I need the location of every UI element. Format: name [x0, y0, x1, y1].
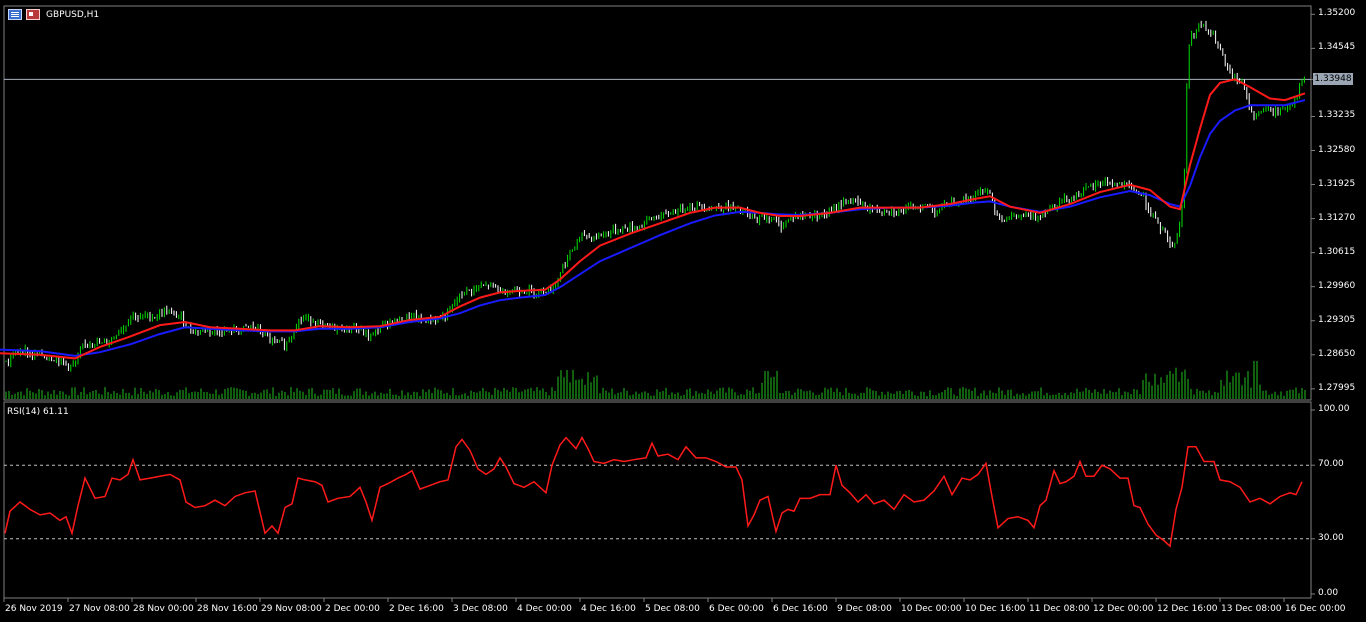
time-tick-label: 10 Dec 00:00 [901, 604, 962, 614]
rsi-tick-label: 30.00 [1318, 532, 1344, 543]
price-tick-label: 1.35200 [1318, 8, 1356, 19]
rsi-pane-frame [3, 401, 1312, 599]
time-tick-label: 29 Nov 08:00 [261, 604, 322, 614]
time-tick-label: 4 Dec 00:00 [517, 604, 572, 614]
rsi-indicator-title: RSI(14) 61.11 [7, 407, 69, 417]
price-tick-label: 1.31925 [1318, 178, 1356, 189]
time-tick-label: 6 Dec 00:00 [709, 604, 764, 614]
time-tick-label: 12 Dec 00:00 [1093, 604, 1154, 614]
price-tick-label: 1.31270 [1318, 212, 1356, 223]
time-tick-label: 6 Dec 16:00 [773, 604, 828, 614]
time-tick-label: 5 Dec 08:00 [645, 604, 700, 614]
rsi-tick-label: 0.00 [1318, 588, 1339, 598]
time-tick-label: 2 Dec 16:00 [389, 604, 444, 614]
chart-window-icon [8, 9, 22, 20]
time-tick-label: 2 Dec 00:00 [325, 604, 380, 614]
price-tick-label: 1.29960 [1318, 280, 1356, 291]
time-tick-label: 10 Dec 16:00 [965, 604, 1026, 614]
time-tick-label: 3 Dec 08:00 [453, 604, 508, 614]
time-tick-label: 26 Nov 2019 [5, 604, 63, 614]
time-tick-label: 27 Nov 08:00 [69, 604, 130, 614]
chart-canvas[interactable] [0, 0, 1366, 622]
moving-average-slow [0, 99, 1306, 357]
time-tick-label: 9 Dec 08:00 [837, 604, 892, 614]
rsi-tick-label: 100.00 [1318, 404, 1350, 414]
time-tick-label: 11 Dec 08:00 [1029, 604, 1090, 614]
main-pane-frame [3, 5, 1312, 401]
time-tick-label: 28 Nov 16:00 [197, 604, 258, 614]
price-tick-label: 1.28650 [1318, 348, 1356, 359]
time-tick-label: 28 Nov 00:00 [133, 604, 194, 614]
price-tick-label: 1.32580 [1318, 144, 1356, 155]
price-tick-label: 1.29305 [1318, 314, 1356, 325]
price-tick-label: 1.34545 [1318, 42, 1356, 53]
chart-symbol-title: GBPUSD,H1 [46, 10, 100, 20]
time-tick-label: 13 Dec 08:00 [1221, 604, 1282, 614]
current-price-tag: 1.33948 [1313, 73, 1353, 86]
rsi-line [4, 436, 1303, 548]
time-tick-label: 12 Dec 16:00 [1157, 604, 1218, 614]
price-tick-label: 1.27995 [1318, 382, 1356, 393]
price-tick-label: 1.33235 [1318, 110, 1356, 121]
rsi-tick-label: 70.00 [1318, 459, 1344, 470]
symbol-flag-icon [26, 9, 40, 20]
price-tick-label: 1.30615 [1318, 246, 1356, 257]
time-tick-label: 16 Dec 00:00 [1285, 604, 1346, 614]
time-tick-label: 4 Dec 16:00 [581, 604, 636, 614]
moving-average-fast [0, 78, 1306, 360]
